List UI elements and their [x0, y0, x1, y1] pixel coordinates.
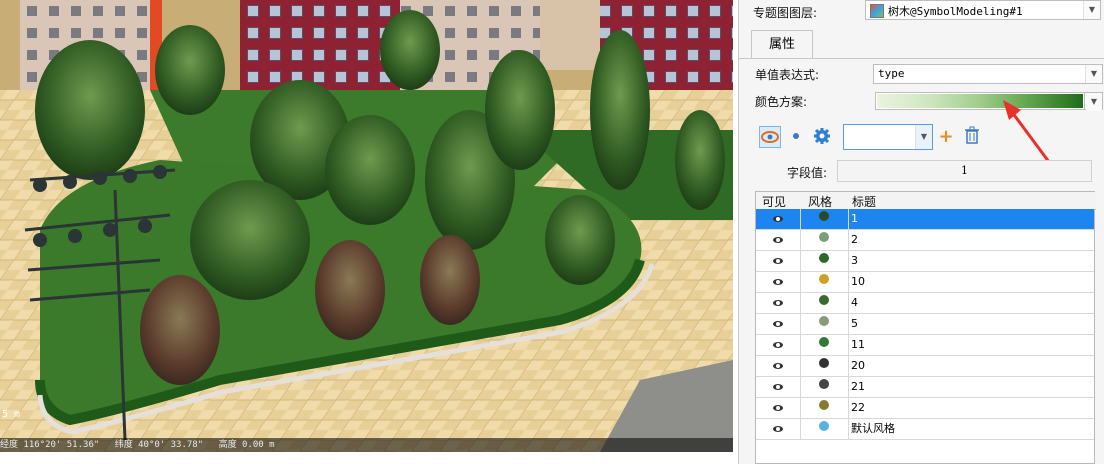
- longitude-readout: 经度 116°20' 51.36": [0, 440, 100, 450]
- chevron-down-icon: ▼: [1085, 65, 1102, 83]
- field-value-input[interactable]: 1: [837, 160, 1092, 182]
- row-title[interactable]: 10: [849, 272, 1091, 292]
- coordinate-status-bar: 经度 116°20' 51.36" 纬度 40°0' 33.78" 高度 0.0…: [0, 438, 733, 452]
- visibility-eye-icon[interactable]: [756, 293, 801, 313]
- table-row[interactable]: 11: [756, 335, 1094, 356]
- table-row[interactable]: 10: [756, 272, 1094, 293]
- gear-icon[interactable]: [811, 126, 833, 148]
- color-scheme-label: 颜色方案:: [755, 95, 808, 109]
- table-row[interactable]: 4: [756, 293, 1094, 314]
- altitude-readout: 高度 0.00 m: [218, 440, 275, 450]
- tree-style-icon[interactable]: [800, 209, 849, 229]
- tree-style-icon[interactable]: [800, 251, 849, 271]
- tree-style-icon[interactable]: [800, 230, 849, 250]
- visibility-eye-icon[interactable]: [756, 272, 801, 292]
- style-table: 可见 风格 标题 1 2 3 10 4 5 11 20 21 22 默认风格: [755, 191, 1096, 464]
- row-title[interactable]: 5: [849, 314, 1091, 334]
- row-title[interactable]: 2: [849, 230, 1091, 250]
- row-title[interactable]: 3: [849, 251, 1091, 271]
- theme-layer-panel: 专题图图层: 树木@SymbolModeling#1 ▼ 属性 单值表达式: t…: [738, 0, 1104, 464]
- table-row[interactable]: 2: [756, 230, 1094, 251]
- scene-bottom-gap: [0, 452, 733, 464]
- scale-label: 5 m: [2, 409, 21, 420]
- row-title[interactable]: 4: [849, 293, 1091, 313]
- expression-select[interactable]: type ▼: [873, 64, 1103, 84]
- style-dropdown[interactable]: ▼: [843, 124, 933, 150]
- tree-style-icon[interactable]: [800, 335, 849, 355]
- row-title[interactable]: 11: [849, 335, 1091, 355]
- visibility-eye-icon[interactable]: [756, 335, 801, 355]
- delete-icon[interactable]: [961, 126, 983, 148]
- table-row[interactable]: 5: [756, 314, 1094, 335]
- visibility-eye-icon[interactable]: [756, 419, 801, 439]
- table-row[interactable]: 22: [756, 398, 1094, 419]
- visibility-eye-icon[interactable]: [756, 209, 801, 229]
- eye-icon[interactable]: [759, 126, 781, 148]
- visibility-eye-icon[interactable]: [756, 251, 801, 271]
- color-scheme-dropdown[interactable]: ▼: [1085, 92, 1103, 111]
- row-title[interactable]: 22: [849, 398, 1091, 418]
- visibility-eye-icon[interactable]: [756, 398, 801, 418]
- tree-style-icon[interactable]: [800, 419, 849, 439]
- tree-style-icon[interactable]: [800, 398, 849, 418]
- latitude-readout: 纬度 40°0' 33.78": [114, 440, 204, 450]
- tree-style-icon[interactable]: [800, 356, 849, 376]
- layer-select[interactable]: 树木@SymbolModeling#1 ▼: [865, 0, 1101, 20]
- layer-icon: [870, 4, 884, 18]
- row-title[interactable]: 默认风格: [849, 419, 1091, 439]
- table-row[interactable]: 1: [756, 209, 1094, 230]
- chevron-down-icon: ▼: [1083, 1, 1100, 19]
- row-title[interactable]: 20: [849, 356, 1091, 376]
- field-value-label: 字段值:: [787, 166, 828, 180]
- row-title[interactable]: 1: [849, 209, 1091, 229]
- tree-style-icon[interactable]: [800, 377, 849, 397]
- column-header-visible[interactable]: 可见: [762, 193, 786, 210]
- tab-divider: [739, 58, 1104, 59]
- tab-properties[interactable]: 属性: [751, 30, 813, 59]
- row-title[interactable]: 21: [849, 377, 1091, 397]
- table-row[interactable]: 3: [756, 251, 1094, 272]
- table-row[interactable]: 默认风格: [756, 419, 1094, 440]
- dot-icon[interactable]: [785, 126, 807, 148]
- scene-viewport[interactable]: 5 m 经度 116°20' 51.36" 纬度 40°0' 33.78" 高度…: [0, 0, 733, 452]
- column-header-style[interactable]: 风格: [808, 193, 832, 210]
- chevron-down-icon: ▼: [1086, 93, 1102, 111]
- expression-label: 单值表达式:: [755, 68, 820, 82]
- tree-style-icon[interactable]: [800, 272, 849, 292]
- table-header: 可见 风格 标题: [756, 192, 1096, 210]
- add-icon[interactable]: +: [935, 126, 957, 148]
- visibility-eye-icon[interactable]: [756, 230, 801, 250]
- scene-render: [0, 0, 733, 452]
- tree-style-icon[interactable]: [800, 293, 849, 313]
- table-row[interactable]: 20: [756, 356, 1094, 377]
- layer-label: 专题图图层:: [753, 6, 818, 20]
- tree-style-icon[interactable]: [800, 314, 849, 334]
- layer-value: 树木@SymbolModeling#1: [888, 5, 1023, 18]
- visibility-eye-icon[interactable]: [756, 314, 801, 334]
- visibility-eye-icon[interactable]: [756, 377, 801, 397]
- table-row[interactable]: 21: [756, 377, 1094, 398]
- chevron-down-icon: ▼: [915, 125, 932, 149]
- column-header-title[interactable]: 标题: [852, 193, 876, 210]
- expression-value: type: [878, 67, 905, 80]
- visibility-eye-icon[interactable]: [756, 356, 801, 376]
